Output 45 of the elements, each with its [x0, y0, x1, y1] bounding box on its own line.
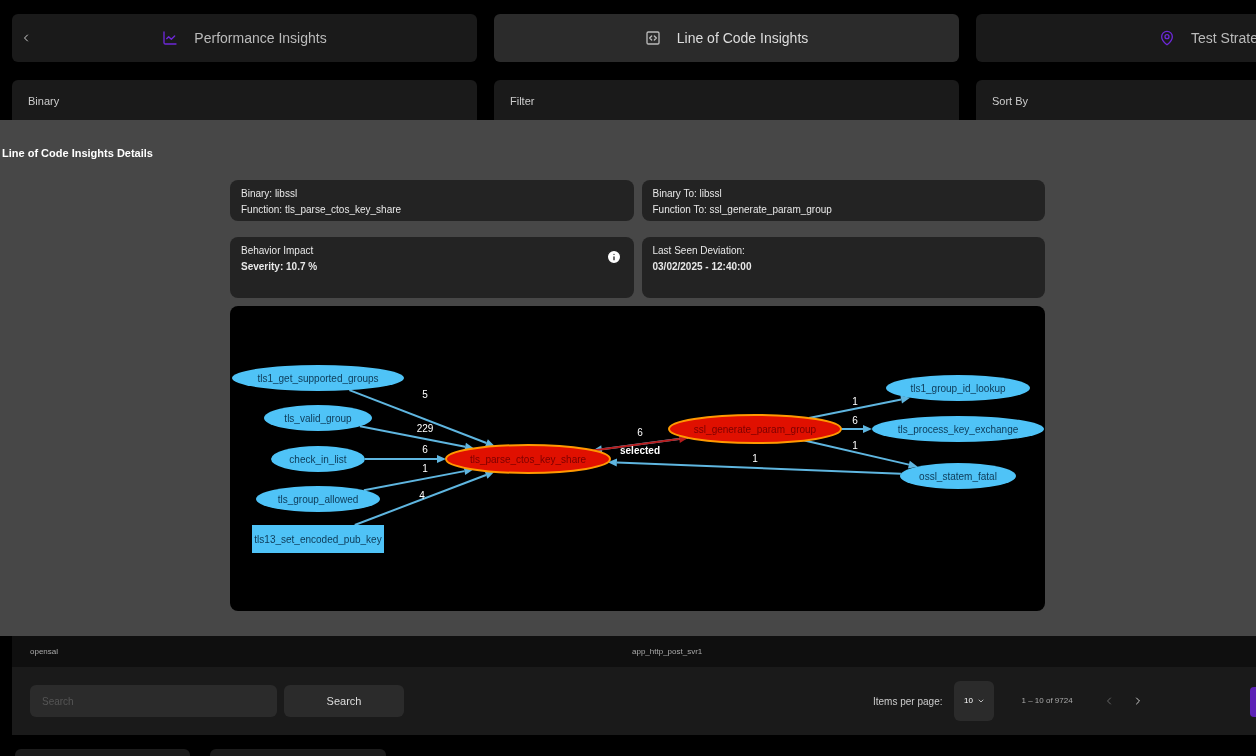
- side-accent: [1250, 687, 1256, 717]
- graph-node[interactable]: tls1_get_supported_groups: [232, 365, 404, 391]
- edge-label: 1: [852, 440, 858, 451]
- filter-label: Binary: [28, 95, 60, 107]
- edge-label: 1: [752, 453, 758, 464]
- edge-label: 1: [422, 463, 428, 474]
- filter-label: Sort By: [992, 95, 1029, 107]
- edge-label: 229: [416, 423, 434, 434]
- info-text: Last Seen Deviation:: [652, 244, 745, 258]
- filter-label: Filter: [510, 95, 535, 107]
- graph-node[interactable]: tls_group_allowed: [256, 486, 380, 512]
- code-icon: [644, 30, 661, 46]
- edge-label: 6: [422, 444, 428, 455]
- search-button[interactable]: Search: [284, 685, 404, 717]
- nav-tab[interactable]: Line of Code Insights: [494, 14, 959, 62]
- info-text: Severity: 10.7 %: [241, 260, 318, 274]
- table-cell-text: opensal: [29, 645, 60, 658]
- edge-label: 5: [422, 389, 428, 400]
- edge-label: 6: [852, 415, 858, 426]
- info-text: Binary To: libssl: [652, 187, 722, 201]
- graph-node[interactable]: tls_valid_group: [264, 405, 372, 431]
- graph-node[interactable]: ossl_statem_fatal: [900, 463, 1016, 489]
- info-text: Function To: ssl_generate_param_group: [652, 203, 832, 217]
- graph-node[interactable]: tls13_set_encoded_pub_key: [252, 525, 384, 553]
- graph-node[interactable]: check_in_list: [271, 446, 365, 472]
- edge-label: 4: [419, 490, 425, 501]
- info-text: Behavior Impact: [241, 244, 314, 258]
- info-text: 03/02/2025 - 12:40:00: [652, 260, 752, 274]
- info-icon[interactable]: [605, 249, 622, 265]
- chart-icon: [162, 30, 179, 46]
- info-text: Binary: libssl: [241, 187, 298, 201]
- table-cell: app_http_post_svr1: [632, 645, 703, 658]
- info-text: Function: tls_parse_ctos_key_share: [241, 203, 402, 217]
- items-per-page-label: Items per page:: [873, 694, 943, 709]
- edge-label: 6: [637, 427, 643, 438]
- dialog-title: Line of Code Insights Details: [1, 146, 154, 161]
- page-range: 1 – 10 of 9724: [1021, 695, 1073, 707]
- graph-node[interactable]: tls_process_key_exchange: [872, 416, 1044, 442]
- map-pin-icon: [1159, 30, 1176, 46]
- caret-icon: [976, 697, 985, 705]
- nav-tab[interactable]: Performance Insights: [12, 14, 477, 62]
- edge-label: 1: [852, 396, 858, 407]
- graph-node[interactable]: tls1_group_id_lookup: [886, 375, 1030, 401]
- page-size-select[interactable]: 10: [954, 681, 995, 721]
- edge-label: selected: [620, 445, 660, 456]
